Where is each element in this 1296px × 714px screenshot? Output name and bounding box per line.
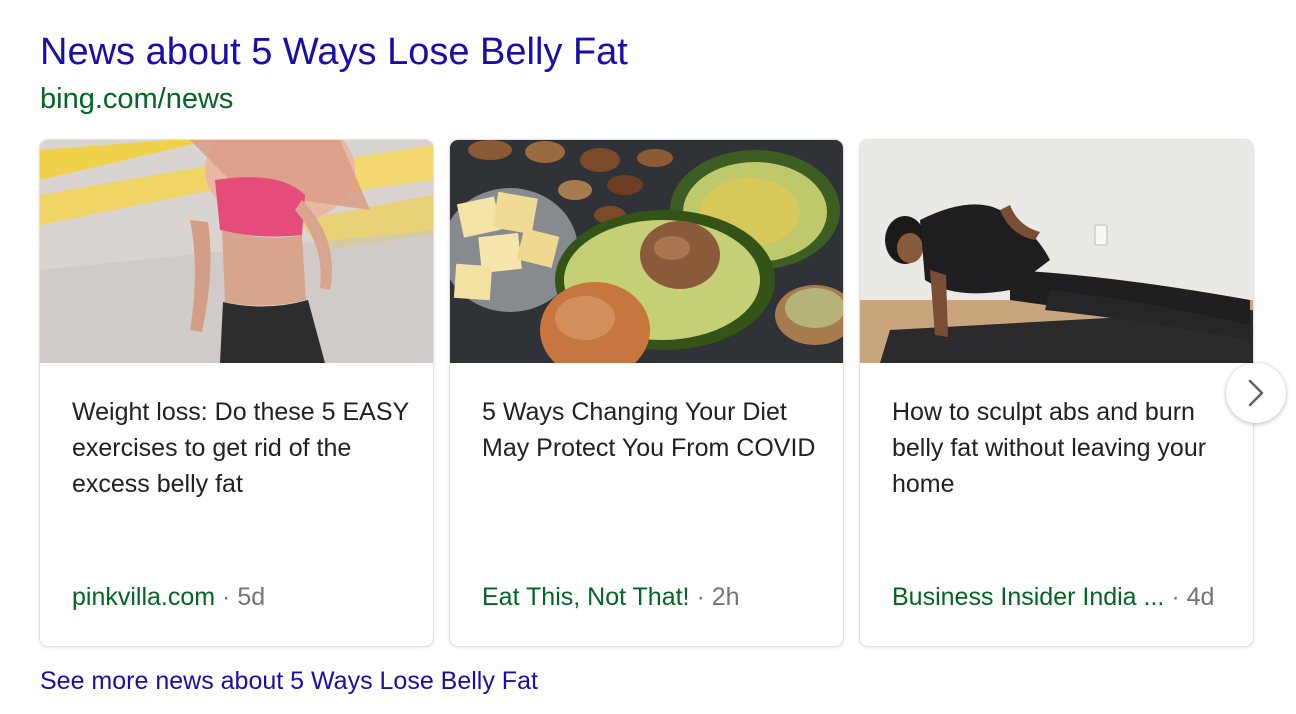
news-card[interactable]: 5 Ways Changing Your Diet May Protect Yo… xyxy=(450,140,843,646)
chevron-right-icon xyxy=(1248,379,1264,407)
meta-separator: · xyxy=(1164,583,1187,611)
meta-separator: · xyxy=(215,583,238,611)
see-more-news-link[interactable]: See more news about 5 Ways Lose Belly Fa… xyxy=(40,664,538,698)
woman-athletic-photo xyxy=(40,140,433,363)
news-age: 5d xyxy=(237,583,266,611)
news-card[interactable]: How to sculpt abs and burn belly fat wit… xyxy=(860,140,1253,646)
news-thumbnail-image[interactable] xyxy=(450,140,843,363)
man-side-plank-photo xyxy=(860,140,1253,363)
news-section-title[interactable]: News about 5 Ways Lose Belly Fat xyxy=(40,28,628,76)
news-thumbnail-image[interactable] xyxy=(860,140,1253,363)
source-url: bing.com/news xyxy=(40,83,234,115)
news-card[interactable]: Weight loss: Do these 5 EASY exercises t… xyxy=(40,140,433,646)
avocado-nuts-photo xyxy=(450,140,843,363)
news-headline[interactable]: How to sculpt abs and burn belly fat wit… xyxy=(892,394,1232,502)
news-meta: Business Insider India ... · 4d xyxy=(892,580,1237,614)
meta-separator: · xyxy=(689,583,712,611)
news-thumbnail-image[interactable] xyxy=(40,140,433,363)
news-meta: Eat This, Not That! · 2h xyxy=(482,580,827,614)
news-publisher: Business Insider India ... xyxy=(892,583,1165,611)
news-publisher: pinkvilla.com xyxy=(72,583,216,611)
news-age: 4d xyxy=(1186,583,1215,611)
news-headline[interactable]: 5 Ways Changing Your Diet May Protect Yo… xyxy=(482,394,822,466)
news-meta: pinkvilla.com · 5d xyxy=(72,580,417,614)
news-age: 2h xyxy=(711,583,740,611)
news-headline[interactable]: Weight loss: Do these 5 EASY exercises t… xyxy=(72,394,412,502)
news-carousel: Weight loss: Do these 5 EASY exercises t… xyxy=(40,140,1256,648)
news-publisher: Eat This, Not That! xyxy=(482,583,690,611)
carousel-next-button[interactable] xyxy=(1226,363,1286,423)
